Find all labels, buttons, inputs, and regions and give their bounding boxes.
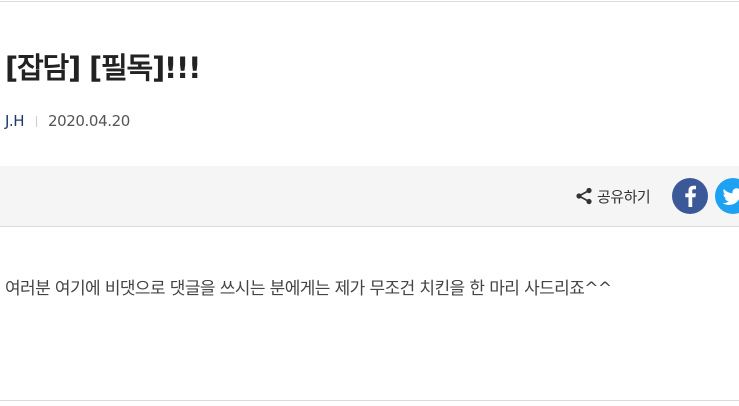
facebook-share-button[interactable] <box>672 178 708 214</box>
post-date: 2020.04.20 <box>47 112 130 130</box>
facebook-icon <box>685 185 696 207</box>
top-divider <box>0 1 739 2</box>
meta-divider <box>35 115 37 127</box>
bottom-divider <box>0 400 739 401</box>
post-meta: J.H 2020.04.20 <box>5 110 130 132</box>
twitter-icon <box>723 187 739 205</box>
share-icon <box>576 187 592 205</box>
post-title: [잡담] [필독]!!! <box>5 51 201 85</box>
post-author[interactable]: J.H <box>5 112 24 130</box>
share-bar: 공유하기 <box>0 166 739 227</box>
post-page: [잡담] [필독]!!! J.H 2020.04.20 공유하기 여러분 여기에… <box>0 0 739 406</box>
share-label: 공유하기 <box>597 187 651 206</box>
twitter-share-button[interactable] <box>715 178 739 214</box>
share-button[interactable]: 공유하기 <box>575 186 651 206</box>
post-body: 여러분 여기에 비댓으로 댓글을 쓰시는 분에게는 제가 무조건 치킨을 한 마… <box>5 279 612 299</box>
